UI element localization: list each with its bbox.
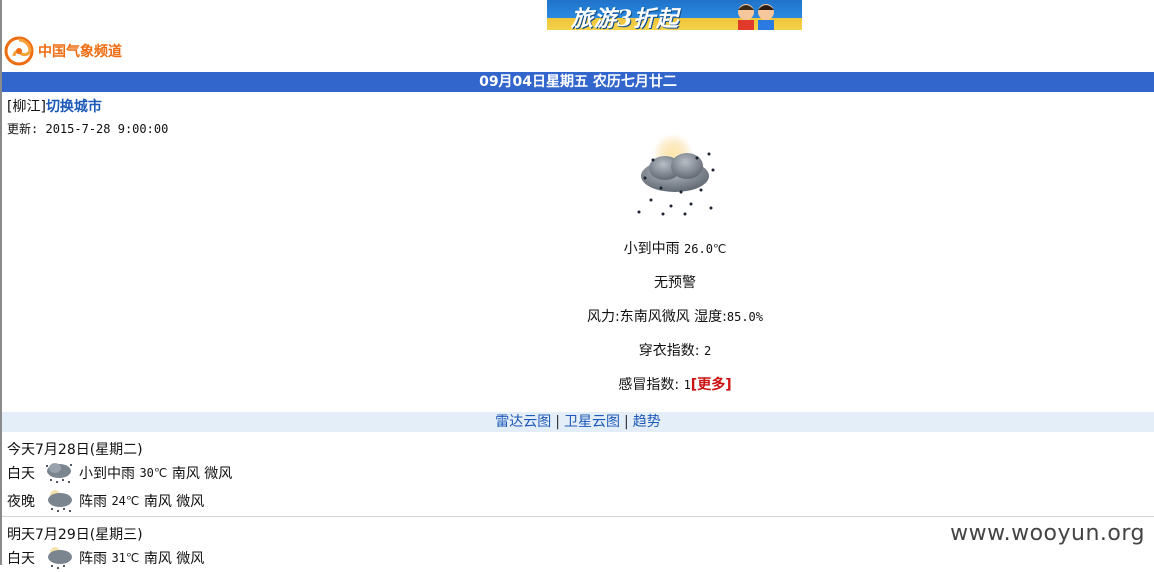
city-name: [柳江]	[7, 99, 46, 115]
current-condition: 小到中雨	[623, 241, 680, 257]
forecast-date: 明天7月29日(星期三)	[7, 527, 143, 543]
forecast-period: 白天 阵雨 31℃ 南风 微风	[7, 544, 607, 572]
period-weather: 阵雨	[79, 551, 107, 567]
period-temp: 31℃	[111, 551, 140, 565]
wind-label: 风力:	[586, 309, 620, 325]
period-temp: 30℃	[139, 466, 168, 480]
forecast-date: 今天7月28日(星期二)	[7, 442, 143, 458]
period-wind-dir: 南风	[171, 466, 200, 482]
period-label: 夜晚	[7, 494, 35, 510]
wind-humidity-row: 风力:东南风微风 湿度:85.0%	[450, 308, 900, 326]
forecast-day: 明天7月29日(星期三) 白天 阵雨 31℃ 南风 微风	[7, 526, 607, 572]
radar-map-link[interactable]: 雷达云图	[495, 414, 551, 430]
trend-link[interactable]: 趋势	[633, 414, 661, 430]
separator: |	[624, 414, 629, 430]
period-wind-dir: 南风	[143, 494, 172, 510]
period-label: 白天	[7, 551, 35, 567]
cold-index-value: 1	[683, 378, 691, 392]
humidity-value: 85.0%	[726, 310, 763, 324]
humidity-label: 湿度:	[694, 309, 727, 325]
map-links: 雷达云图 | 卫星云图 | 趋势	[2, 412, 1154, 432]
shower-icon	[48, 490, 72, 512]
logo-text: 中国气象频道	[38, 44, 122, 60]
dress-index-label: 穿衣指数:	[638, 343, 700, 359]
period-weather: 小到中雨	[79, 466, 135, 482]
wind-value: 东南风微风	[619, 309, 690, 325]
current-weather: 小到中雨 26.0℃ 无预警 风力:东南风微风 湿度:85.0% 穿衣指数: 2…	[450, 130, 900, 394]
satellite-map-link[interactable]: 卫星云图	[564, 414, 620, 430]
current-condition-row: 小到中雨 26.0℃	[450, 240, 900, 258]
watermark: www.wooyun.org	[950, 521, 1145, 546]
ad-kids-image	[738, 4, 774, 30]
forecast-period: 夜晚 阵雨 24℃ 南风 微风	[7, 487, 607, 515]
period-wind: 微风	[176, 494, 205, 510]
separator: |	[555, 414, 560, 430]
update-line: 更新: 2015-7-28 9:00:00	[7, 120, 168, 137]
update-label: 更新:	[7, 122, 39, 136]
dress-index-row: 穿衣指数: 2	[450, 342, 900, 360]
ad-banner[interactable]: 旅游3折起	[547, 0, 802, 30]
period-wind-dir: 南风	[143, 551, 172, 567]
logo[interactable]: 中国气象频道	[4, 36, 122, 66]
update-time: 2015-7-28 9:00:00	[45, 122, 169, 136]
period-wind: 微风	[204, 466, 233, 482]
light-rain-icon	[637, 134, 715, 216]
switch-city-link[interactable]: 切换城市	[46, 99, 102, 115]
logo-swirl-icon	[4, 36, 34, 66]
rain-icon	[46, 463, 72, 483]
shower-icon	[48, 547, 72, 569]
more-link[interactable]: [更多]	[691, 377, 732, 393]
ad-text: 旅游3折起	[571, 6, 680, 30]
city-line: [柳江]切换城市	[7, 98, 102, 116]
period-temp: 24℃	[111, 494, 140, 508]
period-weather: 阵雨	[79, 494, 107, 510]
cold-index-label: 感冒指数:	[618, 377, 680, 393]
period-label: 白天	[7, 466, 35, 482]
dress-index-value: 2	[703, 344, 712, 358]
current-temp: 26.0℃	[684, 242, 727, 256]
cold-index-row: 感冒指数: 1[更多]	[450, 376, 900, 394]
period-wind: 微风	[176, 551, 205, 567]
warning-status: 无预警	[654, 275, 696, 291]
divider	[2, 516, 1154, 517]
forecast-day: 今天7月28日(星期二) 白天 小到中雨 30℃ 南风 微风 夜晚 阵雨 24℃…	[7, 441, 607, 515]
date-bar: 09月04日星期五 农历七月廿二	[2, 72, 1154, 92]
forecast-period: 白天 小到中雨 30℃ 南风 微风	[7, 459, 607, 487]
